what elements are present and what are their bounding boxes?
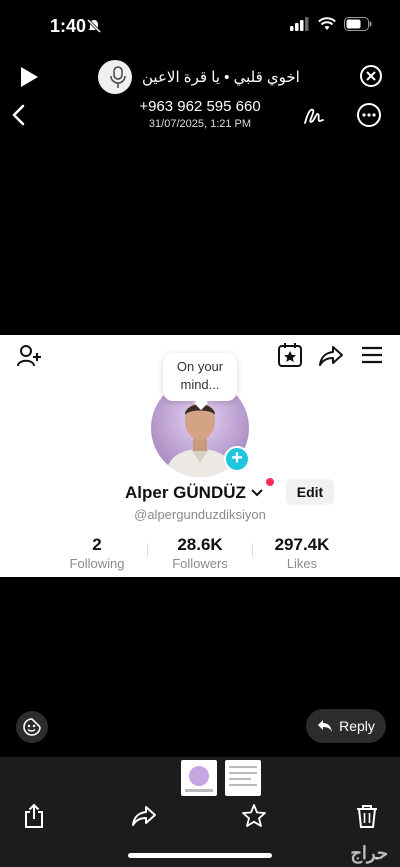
audio-thumbnail [98,60,132,94]
battery-icon [344,17,372,31]
profile-name: Alper GÜNDÜZ [125,483,246,502]
favorites-icon [278,343,302,367]
profile-name-row: Alper GÜNDÜZ [125,483,264,503]
notification-dot [266,478,274,486]
add-friend-icon [17,345,41,367]
menu-icon [362,346,382,364]
reply-label: Reply [339,718,375,734]
silent-bell-icon [86,18,102,34]
status-time: 1:40 [50,16,87,36]
status-icons [290,17,372,31]
audio-info[interactable]: اخوي قلبي • يا قرة الاعين [98,60,300,94]
stat-divider [147,543,148,557]
play-icon[interactable] [18,66,40,88]
close-circle-icon[interactable] [360,65,382,87]
audio-title: اخوي قلبي • يا قرة الاعين [142,69,300,86]
audio-bar: اخوي قلبي • يا قرة الاعين [0,58,400,96]
stat-label: Likes [286,556,318,571]
watermark: حراج [350,843,388,863]
sticker-button[interactable] [16,711,48,743]
trash-icon[interactable] [354,803,380,829]
sticker-icon [23,718,41,736]
status-bubble: On your mind... [163,353,237,401]
stat-following: 2 Following [47,535,147,571]
stat-value: 28.6K [177,535,223,554]
cellular-icon [290,17,309,31]
home-indicator[interactable] [128,853,272,858]
stat-likes: 297.4K Likes [252,535,352,571]
share-arrow-icon [319,346,343,366]
more-icon[interactable] [357,103,381,127]
bottom-panel: حراج [0,757,400,867]
thumbnail[interactable] [181,760,217,796]
status-bar: 1:40 [0,0,400,54]
chevron-down-icon [251,489,263,497]
add-story-icon: + [224,446,250,472]
markup-icon[interactable] [302,104,326,128]
message-timestamp: 31/07/2025, 1:21 PM [148,118,252,130]
profile-screenshot: On your mind... + Alper GÜNDÜZ Edit @alp… [0,335,400,577]
thumbnail-strip [181,760,261,796]
profile-handle: @alpergunduzdiksiyon [134,507,266,522]
stat-value: 297.4K [274,535,330,554]
stat-label: Followers [172,556,228,571]
reply-arrow-icon [318,720,333,732]
star-icon[interactable] [241,803,267,829]
share-icon[interactable] [21,803,47,829]
media-header: +963 962 595 660 31/07/2025, 1:21 PM [0,96,400,136]
status-bubble-text: On your mind... [176,359,224,392]
wifi-icon [318,17,336,30]
stat-value: 2 [92,535,102,554]
microphone-icon [110,66,126,88]
thumbnail[interactable] [225,760,261,796]
edit-profile-button: Edit [286,479,334,505]
reply-button[interactable]: Reply [306,709,386,743]
contact-phone: +963 962 595 660 [139,98,261,115]
forward-icon[interactable] [131,803,157,829]
stat-label: Following [69,556,125,571]
profile-stats: 2 Following 28.6K Followers 297.4K Likes [0,535,400,575]
stat-followers: 28.6K Followers [150,535,250,571]
